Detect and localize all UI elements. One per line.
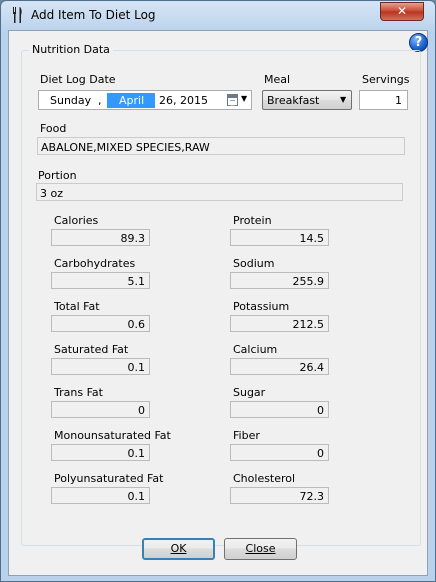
ok-button-label: OK [170, 542, 187, 555]
dialog-client-area: ? Nutrition Data Diet Log Date Sunday , … [8, 30, 428, 576]
fiber-label: Fiber [233, 429, 260, 442]
total-fat-value: 0.6 [51, 315, 150, 332]
meal-select[interactable]: Breakfast ▼ [262, 90, 352, 110]
servings-input[interactable]: 1 [359, 90, 408, 110]
food-label: Food [40, 122, 67, 135]
food-field: ABALONE,MIXED SPECIES,RAW [37, 137, 405, 155]
sodium-label: Sodium [233, 257, 275, 270]
window-close-button[interactable]: ✕ [380, 2, 424, 21]
carbohydrates-value: 5.1 [51, 272, 150, 289]
diet-log-date-picker[interactable]: Sunday , April 26, 2015 ▼ [38, 90, 252, 110]
date-month-selected[interactable]: April [107, 93, 155, 108]
calories-label: Calories [54, 214, 99, 227]
saturated-fat-label: Saturated Fat [54, 343, 129, 356]
cholesterol-value: 72.3 [230, 487, 329, 504]
sugar-value: 0 [230, 401, 329, 418]
saturated-fat-value: 0.1 [51, 358, 150, 375]
group-legend: Nutrition Data [29, 43, 113, 56]
monounsaturated-fat-label: Monounsaturated Fat [54, 429, 171, 442]
trans-fat-label: Trans Fat [54, 386, 103, 399]
chevron-down-icon: ▼ [340, 95, 347, 104]
ok-button[interactable]: OK [142, 538, 215, 560]
polyunsaturated-fat-label: Polyunsaturated Fat [54, 472, 164, 485]
potassium-label: Potassium [233, 300, 290, 313]
calendar-icon[interactable] [227, 94, 238, 106]
fork-knife-icon [13, 7, 22, 23]
title-bar[interactable]: Add Item To Diet Log ✕ [1, 1, 435, 31]
potassium-value: 212.5 [230, 315, 329, 332]
date-day-year[interactable]: 26, 2015 [159, 94, 208, 107]
sodium-value: 255.9 [230, 272, 329, 289]
portion-field: 3 oz [36, 183, 403, 201]
calcium-label: Calcium [233, 343, 278, 356]
fiber-value: 0 [230, 444, 329, 461]
protein-value: 14.5 [230, 229, 329, 246]
monounsaturated-fat-value: 0.1 [51, 444, 150, 461]
protein-label: Protein [233, 214, 272, 227]
portion-label: Portion [38, 169, 77, 182]
close-button[interactable]: Close [224, 538, 297, 560]
carbohydrates-label: Carbohydrates [54, 257, 136, 270]
window-title: Add Item To Diet Log [31, 8, 156, 22]
chevron-down-icon[interactable]: ▼ [241, 94, 247, 103]
calories-value: 89.3 [51, 229, 150, 246]
calcium-value: 26.4 [230, 358, 329, 375]
close-button-label: Close [245, 542, 276, 555]
total-fat-label: Total Fat [54, 300, 100, 313]
cholesterol-label: Cholesterol [233, 472, 296, 485]
meal-label: Meal [264, 73, 291, 86]
servings-label: Servings [362, 73, 410, 86]
sugar-label: Sugar [233, 386, 266, 399]
dialog-window: Add Item To Diet Log ✕ ? Nutrition Data … [0, 0, 436, 582]
trans-fat-value: 0 [51, 401, 150, 418]
date-day[interactable]: Sunday [50, 94, 91, 107]
polyunsaturated-fat-value: 0.1 [51, 487, 150, 504]
date-separator: , [98, 94, 102, 107]
diet-log-date-label: Diet Log Date [40, 73, 116, 86]
meal-select-value: Breakfast [267, 94, 320, 107]
